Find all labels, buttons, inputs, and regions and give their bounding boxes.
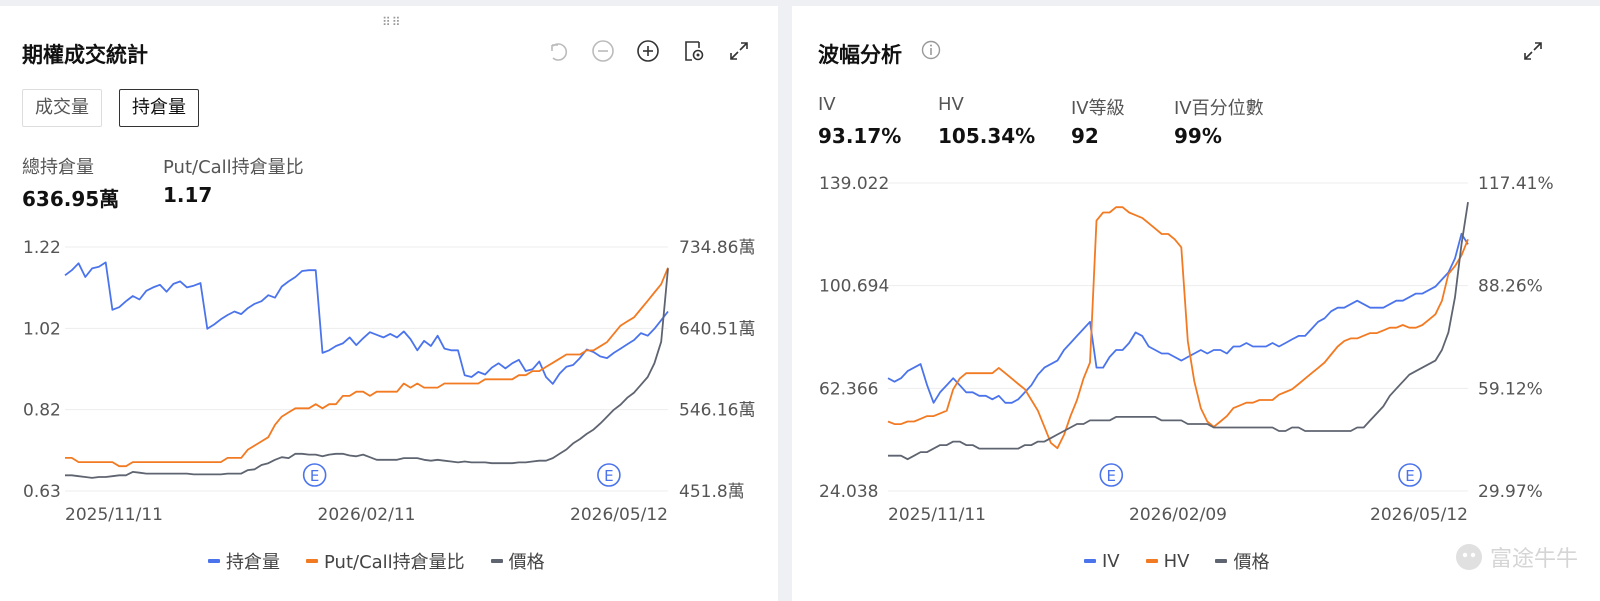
volatility-chart[interactable]: 139.022 117.41% 100.694 88.26% 62.366 59.12% 2…	[792, 6, 1600, 601]
y-right-tick-label: 29.97%	[1478, 482, 1543, 502]
volatility-panel: 波幅分析 IV 93.17% HV 105.34% IV等級 92 IV百分位數…	[792, 6, 1600, 601]
legend-swatch	[490, 559, 503, 563]
x-tick-label: 2026/02/09	[1129, 505, 1227, 525]
x-tick-label: 2025/11/11	[888, 505, 986, 525]
y-left-tick-label: 24.038	[819, 482, 878, 502]
legend-swatch	[1145, 559, 1158, 563]
y-right-tick-label: 640.51萬	[679, 319, 755, 339]
earnings-marker-label: E	[1107, 467, 1116, 485]
brand-logo-icon	[1455, 544, 1482, 570]
legend-label: Put/Call持倉量比	[324, 552, 465, 573]
legend-label: 價格	[508, 552, 545, 573]
y-left-tick-label: 0.82	[23, 401, 61, 421]
series-line	[65, 268, 669, 479]
option-volume-panel: ⠿⠿ 期權成交統計 成交量 持倉量 總持倉量 636.95萬 Put/Call持…	[0, 6, 778, 601]
y-right-tick-label: 59.12%	[1478, 379, 1543, 399]
y-left-tick-label: 139.022	[819, 174, 889, 194]
legend-item[interactable]: 價格	[490, 548, 545, 574]
legend-item[interactable]: 持倉量	[208, 548, 280, 574]
watermark-text: 富途牛牛	[1489, 547, 1578, 572]
legend-item[interactable]: Put/Call持倉量比	[306, 548, 465, 574]
legend-swatch	[208, 559, 220, 563]
earnings-marker-label: E	[604, 467, 613, 485]
y-left-tick-label: 0.63	[23, 482, 61, 502]
y-right-tick-label: 546.16萬	[679, 401, 755, 421]
chart-legend: IV HV 價格	[1084, 548, 1269, 574]
y-right-tick-label: 734.86萬	[679, 238, 755, 258]
legend-label: HV	[1163, 550, 1190, 572]
legend-swatch	[306, 559, 318, 563]
y-right-tick-label: 117.41%	[1478, 174, 1554, 194]
legend-item[interactable]: IV	[1084, 548, 1120, 574]
series-line	[887, 206, 1469, 450]
x-tick-label: 2026/05/12	[1370, 505, 1468, 525]
earnings-marker-label: E	[310, 467, 319, 485]
x-tick-label: 2026/05/12	[570, 505, 668, 525]
series-line	[64, 261, 669, 385]
legend-swatch	[1084, 559, 1096, 563]
watermark: 富途牛牛	[1454, 541, 1578, 573]
legend-item[interactable]: HV	[1145, 548, 1190, 574]
chart-legend: 持倉量 Put/Call持倉量比 價格	[208, 548, 545, 574]
y-left-tick-label: 1.02	[23, 319, 61, 339]
x-tick-label: 2026/02/11	[318, 505, 416, 525]
open-interest-chart[interactable]: 1.22 734.86萬 1.02 640.51萬 0.82 546.16萬 0.63 451…	[0, 6, 778, 601]
y-right-tick-label: 88.26%	[1478, 277, 1543, 297]
y-left-tick-label: 100.694	[819, 277, 889, 297]
legend-label: IV	[1102, 550, 1120, 572]
series-line	[65, 267, 669, 468]
y-left-tick-label: 1.22	[23, 238, 61, 258]
legend-swatch	[1215, 559, 1228, 563]
y-right-tick-label: 451.8萬	[679, 482, 745, 502]
legend-item[interactable]: 價格	[1215, 548, 1269, 574]
legend-label: 價格	[1233, 552, 1270, 573]
x-tick-label: 2025/11/11	[65, 505, 163, 525]
series-line	[887, 232, 1469, 404]
earnings-marker-label: E	[1405, 467, 1414, 485]
legend-label: 持倉量	[226, 552, 280, 573]
y-left-tick-label: 62.366	[819, 379, 878, 399]
